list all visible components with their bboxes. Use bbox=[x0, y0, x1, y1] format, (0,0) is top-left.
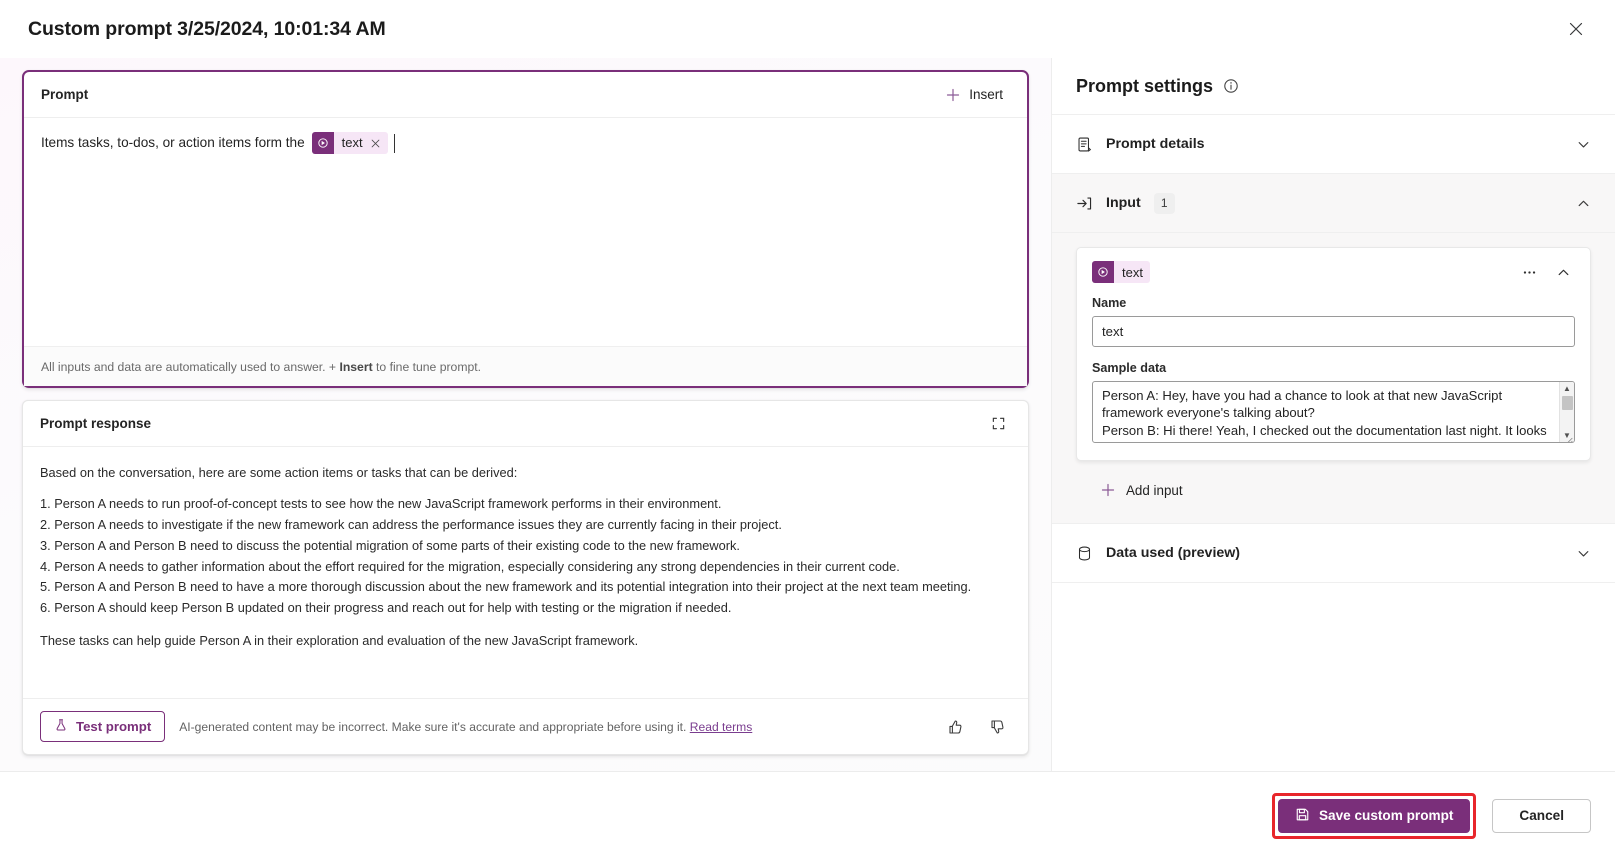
prompt-card-title: Prompt bbox=[41, 87, 89, 102]
ellipsis-icon[interactable] bbox=[1516, 259, 1542, 285]
cancel-button[interactable]: Cancel bbox=[1492, 798, 1591, 833]
section-prompt-details[interactable]: Prompt details bbox=[1052, 115, 1615, 174]
response-item-list: 1. Person A needs to run proof-of-concep… bbox=[40, 494, 1011, 617]
test-prompt-label: Test prompt bbox=[76, 719, 152, 734]
prompt-hint-prefix: All inputs and data are automatically us… bbox=[41, 359, 337, 374]
settings-header: Prompt settings bbox=[1052, 58, 1615, 115]
field-spacer bbox=[1077, 347, 1590, 361]
prompt-editor[interactable]: Items tasks, to-dos, or action items for… bbox=[24, 118, 1027, 346]
input-token-pill: text bbox=[1092, 261, 1150, 283]
scroll-up-icon[interactable]: ▲ bbox=[1563, 382, 1571, 395]
list-item: 2. Person A needs to investigate if the … bbox=[40, 517, 782, 533]
save-button-label: Save custom prompt bbox=[1318, 808, 1454, 823]
input-arrow-icon bbox=[1076, 195, 1093, 212]
save-button-highlight: Save custom prompt bbox=[1271, 792, 1477, 839]
sample-data-textarea[interactable]: Person A: Hey, have you had a chance to … bbox=[1092, 381, 1575, 443]
response-outro: These tasks can help guide Person A in t… bbox=[40, 632, 639, 648]
document-icon bbox=[1076, 136, 1093, 153]
scrollbar-thumb[interactable] bbox=[1561, 396, 1573, 410]
test-prompt-button[interactable]: Test prompt bbox=[40, 711, 166, 742]
sample-data-value: Person A: Hey, have you had a chance to … bbox=[1102, 388, 1547, 442]
left-column: Prompt Insert Items tasks, to-dos, or ac… bbox=[0, 58, 1051, 771]
input-count-badge: 1 bbox=[1153, 192, 1175, 214]
flask-icon bbox=[54, 718, 68, 735]
variable-icon bbox=[1092, 261, 1114, 283]
text-caret bbox=[393, 133, 395, 153]
sample-data-label: Sample data bbox=[1092, 361, 1167, 375]
response-card-title: Prompt response bbox=[40, 416, 152, 431]
name-field-label: Name bbox=[1092, 296, 1127, 310]
plus-icon bbox=[945, 87, 961, 103]
disclaimer-text: AI-generated content may be incorrect. M… bbox=[179, 719, 687, 734]
input-card-header: text bbox=[1077, 248, 1590, 296]
page-title: Custom prompt 3/25/2024, 10:01:34 AM bbox=[28, 17, 386, 40]
prompt-card-header: Prompt Insert bbox=[24, 72, 1027, 118]
response-intro: Based on the conversation, here are some… bbox=[40, 465, 518, 480]
info-icon[interactable] bbox=[1223, 78, 1239, 94]
section-data-used[interactable]: Data used (preview) bbox=[1052, 524, 1615, 583]
name-input[interactable] bbox=[1092, 316, 1575, 347]
chevron-down-icon bbox=[1576, 137, 1591, 152]
prompt-hint-suffix: to fine tune prompt. bbox=[376, 359, 482, 374]
list-item: 4. Person A needs to gather information … bbox=[40, 558, 900, 574]
add-input-label: Add input bbox=[1126, 482, 1183, 498]
prompt-hint: All inputs and data are automatically us… bbox=[24, 346, 1027, 386]
variable-icon bbox=[311, 132, 334, 154]
input-card-text: text Name Sample data bbox=[1076, 247, 1591, 461]
prompt-token-text[interactable]: text bbox=[311, 132, 388, 154]
database-icon bbox=[1076, 545, 1093, 562]
token-remove-icon[interactable] bbox=[370, 138, 388, 149]
save-custom-prompt-button[interactable]: Save custom prompt bbox=[1277, 798, 1471, 833]
save-icon bbox=[1295, 807, 1310, 825]
input-label: Input bbox=[1106, 195, 1141, 211]
section-input[interactable]: Input 1 bbox=[1052, 174, 1615, 233]
token-label: text bbox=[341, 135, 363, 150]
list-item: 1. Person A needs to run proof-of-concep… bbox=[40, 496, 722, 512]
prompt-details-label: Prompt details bbox=[1106, 136, 1205, 152]
prompt-static-text: Items tasks, to-dos, or action items for… bbox=[41, 135, 305, 150]
response-card-header: Prompt response bbox=[23, 401, 1028, 447]
response-toolbar: Test prompt AI-generated content may be … bbox=[23, 698, 1028, 754]
dialog-titlebar: Custom prompt 3/25/2024, 10:01:34 AM bbox=[0, 0, 1615, 58]
thumbs-down-icon[interactable] bbox=[983, 713, 1011, 741]
input-token-label: text bbox=[1122, 264, 1143, 280]
chevron-down-icon bbox=[1576, 546, 1591, 561]
add-input-button[interactable]: Add input bbox=[1100, 477, 1191, 503]
plus-icon bbox=[1100, 482, 1116, 498]
prompt-response-card: Prompt response Based on the conversatio… bbox=[22, 400, 1029, 755]
prompt-hint-bold: Insert bbox=[339, 359, 373, 374]
insert-label: Insert bbox=[969, 87, 1003, 102]
ai-disclaimer: AI-generated content may be incorrect. M… bbox=[179, 720, 752, 734]
data-used-label: Data used (preview) bbox=[1106, 545, 1241, 561]
dialog-footer: Save custom prompt Cancel bbox=[0, 771, 1615, 859]
read-terms-link[interactable]: Read terms bbox=[690, 720, 753, 734]
thumbs-up-icon[interactable] bbox=[941, 713, 969, 741]
close-icon[interactable] bbox=[1559, 12, 1593, 46]
response-content: Based on the conversation, here are some… bbox=[23, 447, 1028, 698]
expand-icon[interactable] bbox=[984, 410, 1012, 438]
resize-grip-icon[interactable] bbox=[1564, 432, 1573, 442]
custom-prompt-dialog: Custom prompt 3/25/2024, 10:01:34 AM Pro… bbox=[0, 0, 1615, 859]
settings-title: Prompt settings bbox=[1076, 75, 1214, 96]
list-item: 6. Person A should keep Person B updated… bbox=[40, 600, 732, 616]
prompt-text-line: Items tasks, to-dos, or action items for… bbox=[41, 132, 1010, 154]
input-panel: text Name Sample data bbox=[1052, 233, 1615, 524]
insert-button[interactable]: Insert bbox=[937, 82, 1011, 108]
list-item: 3. Person A and Person B need to discuss… bbox=[40, 537, 740, 553]
list-item: 5. Person A and Person B need to have a … bbox=[40, 579, 972, 595]
chevron-up-icon[interactable] bbox=[1550, 259, 1576, 285]
dialog-body: Prompt Insert Items tasks, to-dos, or ac… bbox=[0, 58, 1615, 771]
prompt-card: Prompt Insert Items tasks, to-dos, or ac… bbox=[22, 70, 1029, 388]
chevron-up-icon bbox=[1576, 196, 1591, 211]
prompt-settings-panel: Prompt settings Prompt details Input 1 t… bbox=[1051, 58, 1615, 771]
